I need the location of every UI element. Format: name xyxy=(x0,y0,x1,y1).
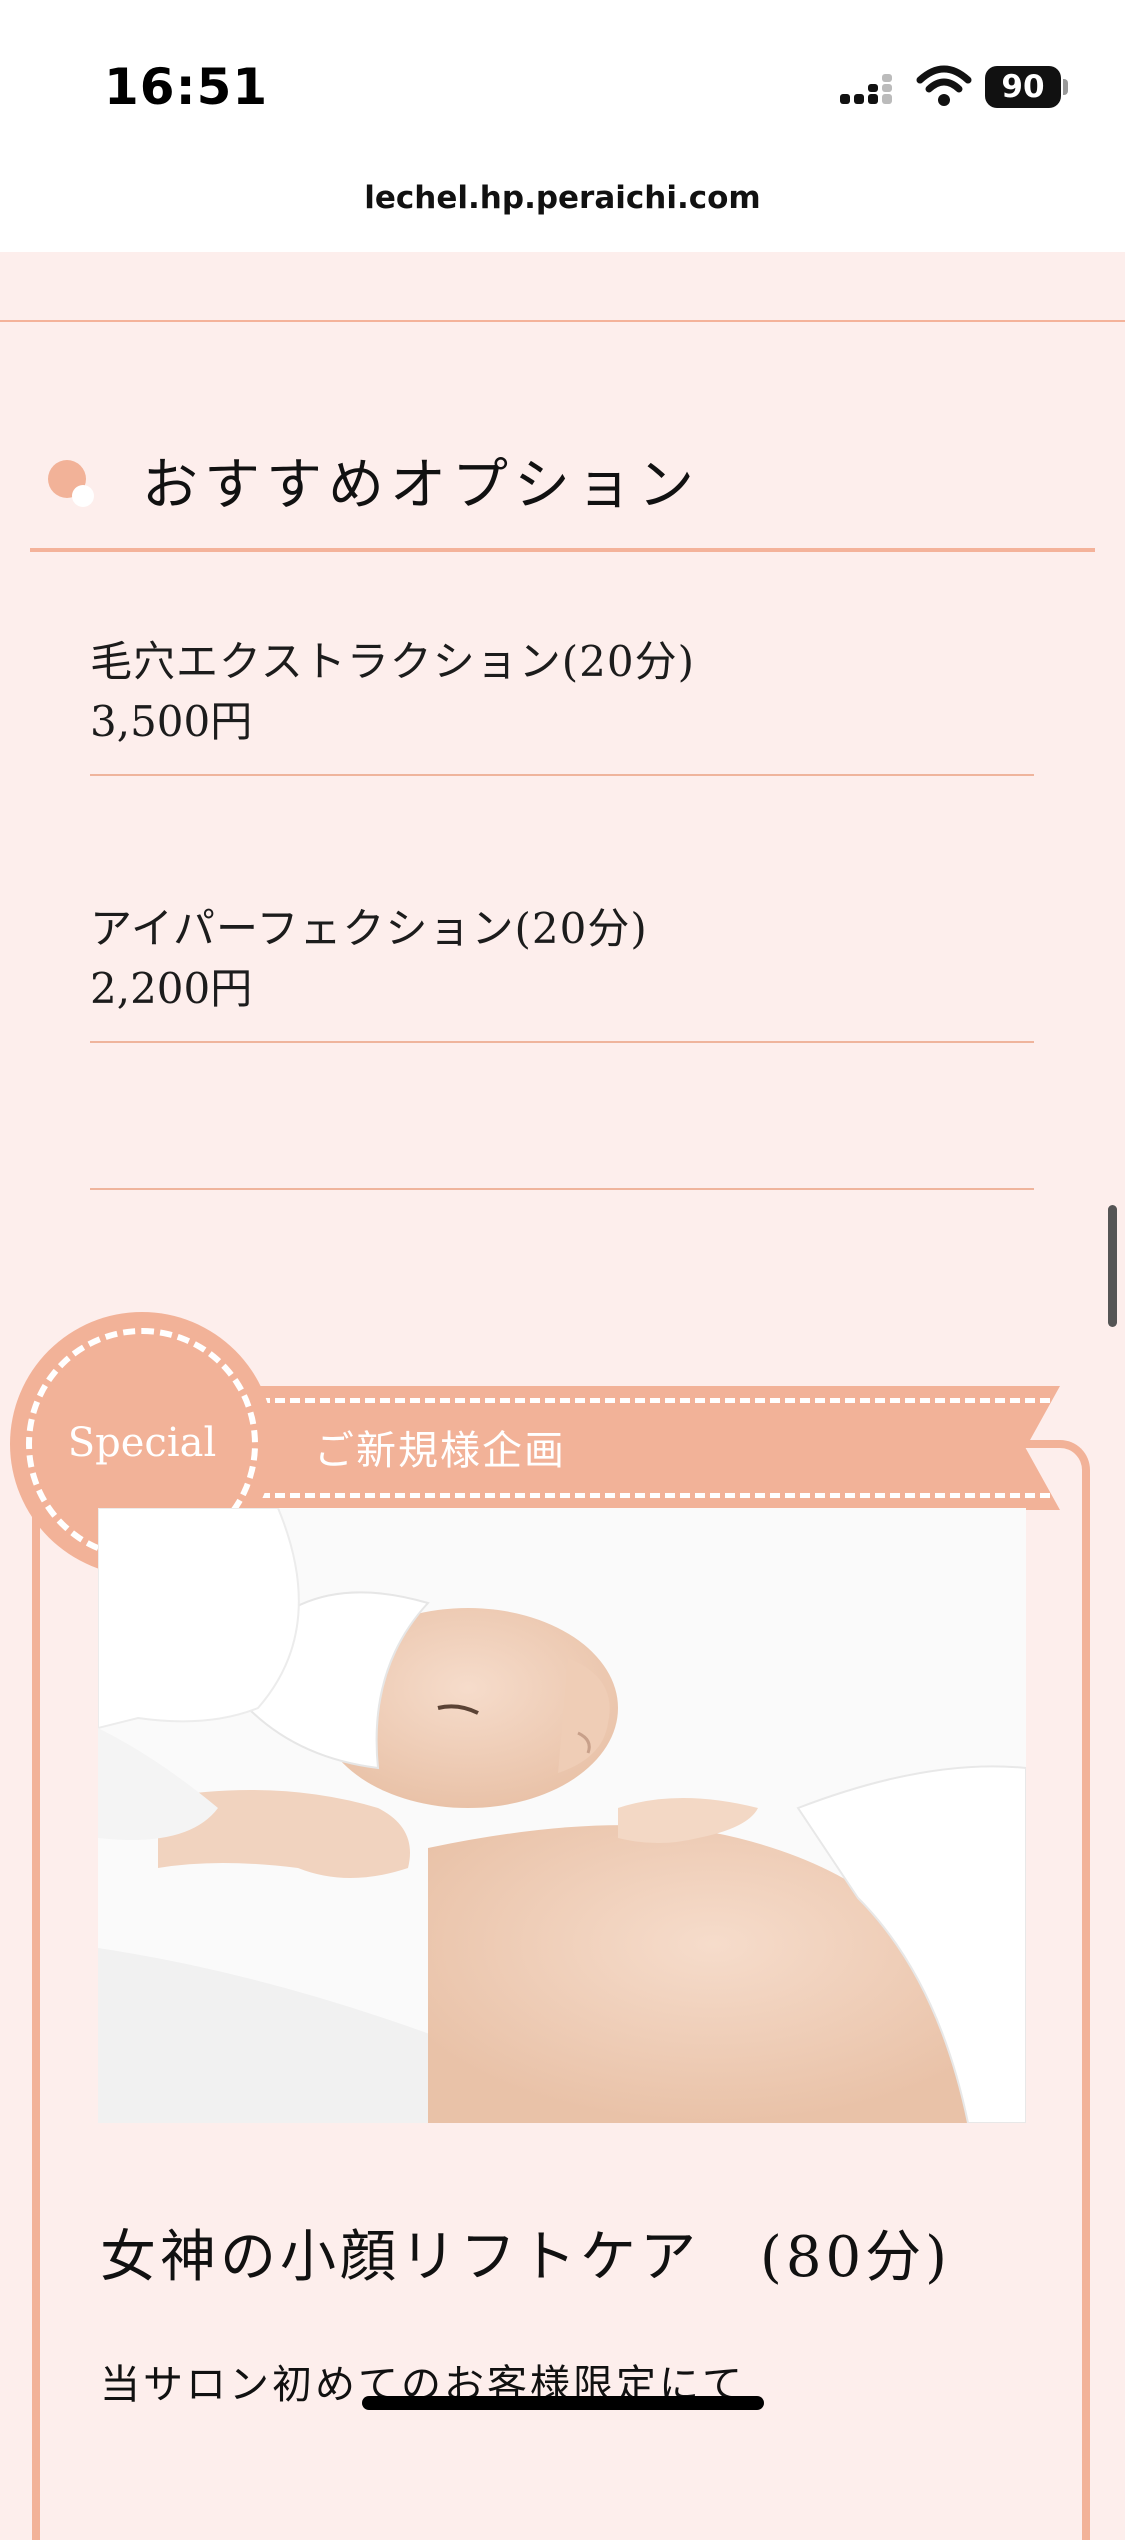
special-banner-text: ご新規様企画 xyxy=(314,1428,566,1474)
option-divider xyxy=(90,774,1034,776)
option-name: アイパーフェクション(20分) xyxy=(90,904,648,953)
heading-underline xyxy=(30,548,1095,552)
options-heading: おすすめオプション xyxy=(30,440,1095,555)
special-menu-description: 当サロン初めてのお客様限定にて xyxy=(100,2362,745,2408)
scrollbar[interactable] xyxy=(1108,1205,1117,1327)
facial-massage-photo xyxy=(98,1508,1026,2123)
option-price: 3,500円 xyxy=(90,697,253,746)
url-text[interactable]: lechel.hp.peraichi.com xyxy=(0,180,1125,216)
option-name: 毛穴エクストラクション(20分) xyxy=(90,637,695,686)
heading-dot-accent xyxy=(72,485,94,507)
battery-nub xyxy=(1063,79,1068,95)
battery-icon: 90 xyxy=(985,66,1061,108)
option-item: 毛穴エクストラクション(20分) 3,500円 xyxy=(90,632,1034,776)
section-divider xyxy=(0,320,1125,322)
special-menu-title: 女神の小顔リフトケア (80分) xyxy=(100,2225,951,2290)
home-indicator[interactable] xyxy=(362,2396,764,2410)
facial-massage-photo-illustration xyxy=(98,1508,1026,2123)
status-bar: 16:51 90 xyxy=(0,0,1125,160)
option-price: 2,200円 xyxy=(90,964,253,1013)
option-item: アイパーフェクション(20分) 2,200円 xyxy=(90,899,1034,1043)
option-divider xyxy=(90,1188,1034,1190)
status-time: 16:51 xyxy=(104,58,269,116)
special-badge-text: Special xyxy=(67,1420,217,1466)
option-divider xyxy=(90,1041,1034,1043)
options-heading-title: おすすめオプション xyxy=(142,453,700,518)
signal-icon xyxy=(840,74,892,104)
wifi-icon xyxy=(916,65,972,106)
